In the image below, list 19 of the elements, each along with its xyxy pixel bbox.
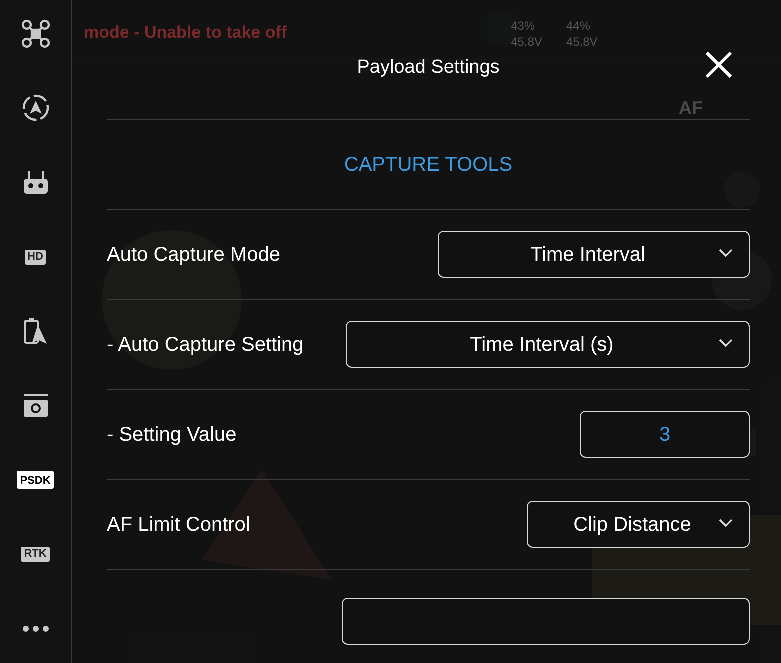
battery-percent: 43%	[511, 18, 536, 34]
setting-label: - Auto Capture Setting	[107, 332, 304, 358]
setting-label: Auto Capture Mode	[107, 242, 280, 268]
dropdown[interactable]: Time Interval	[438, 231, 750, 278]
setting-label: - Setting Value	[107, 422, 237, 448]
section-heading: CAPTURE TOOLS	[344, 152, 513, 178]
value-field[interactable]: 3	[580, 411, 750, 458]
battery-percent: 44%	[566, 18, 592, 34]
dropdown[interactable]: Time Interval (s)	[346, 321, 750, 368]
sidebar-badge[interactable]: PSDK	[17, 471, 54, 490]
focus-mode-label: AF	[679, 97, 703, 120]
sidebar-badge[interactable]: HD	[24, 250, 46, 265]
setting-label: AF Limit Control	[107, 512, 250, 538]
dropdown[interactable]: Clip Distance	[527, 501, 750, 548]
sidebar-badge[interactable]: RTK	[21, 547, 50, 562]
battery-voltage: 45.8V	[511, 34, 542, 50]
status-warning: mode - Unable to take off	[84, 22, 288, 44]
panel-title: Payload Settings	[357, 56, 500, 80]
battery-voltage: 45.8V	[566, 34, 598, 50]
